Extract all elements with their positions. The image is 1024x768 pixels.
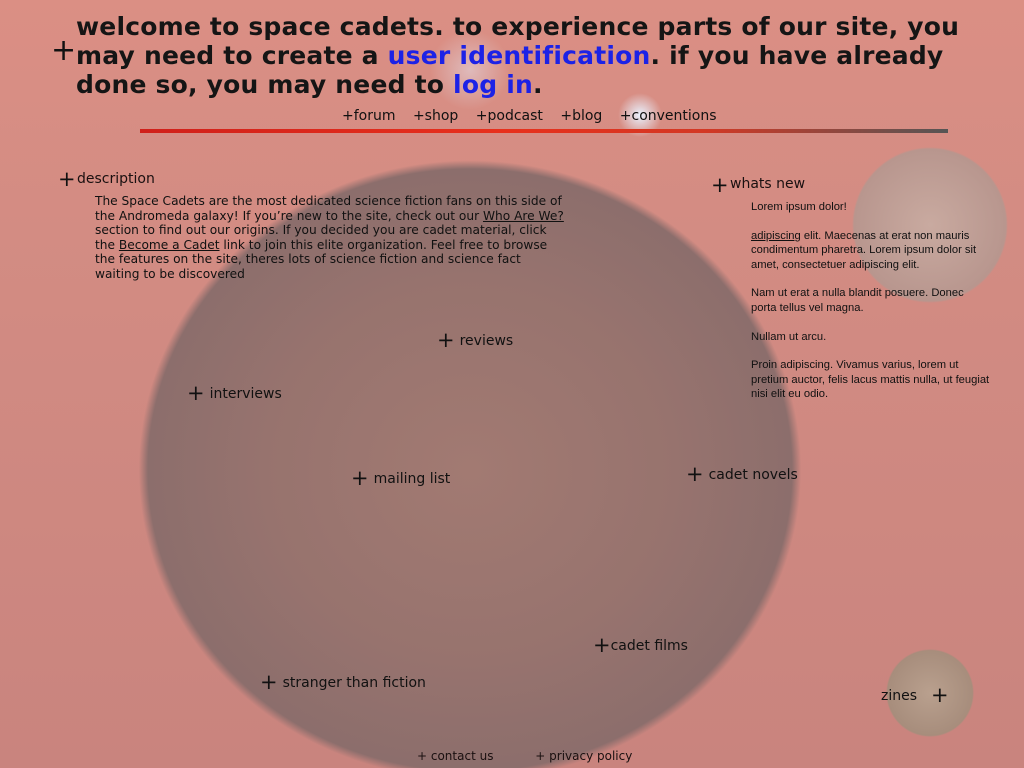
welcome-text-3: . bbox=[532, 70, 543, 99]
plus-icon: + bbox=[931, 683, 949, 707]
welcome-message: welcome to space cadets. to experience p… bbox=[76, 12, 996, 99]
whats-new-body: Lorem ipsum dolor! adipiscing elit. Maec… bbox=[751, 200, 991, 416]
reviews-link[interactable]: + reviews bbox=[437, 328, 513, 352]
whats-new-plus-icon[interactable]: + bbox=[711, 174, 729, 196]
cadet-films-link[interactable]: +cadet films bbox=[593, 633, 688, 657]
whats-new-item: Nullam ut arcu. bbox=[751, 330, 827, 343]
interviews-link[interactable]: + interviews bbox=[187, 381, 282, 405]
description-plus-icon[interactable]: + bbox=[58, 168, 76, 190]
description-heading[interactable]: description bbox=[77, 171, 155, 187]
plus-icon: + bbox=[437, 328, 455, 352]
adipiscing-link[interactable]: adipiscing bbox=[751, 230, 801, 242]
mailing-list-label: mailing list bbox=[373, 471, 451, 487]
plus-icon: + bbox=[351, 466, 369, 490]
nav-blog-link[interactable]: +blog bbox=[560, 108, 602, 124]
nav-shop-link[interactable]: +shop bbox=[413, 108, 458, 124]
become-a-cadet-link[interactable]: Become a Cadet bbox=[119, 238, 220, 252]
footer: + contact us + privacy policy bbox=[417, 749, 670, 763]
whats-new-item: Nam ut erat a nulla blandit posuere. Don… bbox=[751, 287, 964, 314]
cadet-films-label: cadet films bbox=[610, 638, 688, 654]
plus-icon: + bbox=[593, 633, 611, 657]
contact-us-link[interactable]: + contact us bbox=[417, 749, 493, 763]
nav-podcast-link[interactable]: +podcast bbox=[476, 108, 543, 124]
privacy-policy-link[interactable]: + privacy policy bbox=[535, 749, 632, 763]
reviews-label: reviews bbox=[459, 333, 514, 349]
zines-link[interactable]: zines + bbox=[881, 683, 949, 707]
top-nav: +forum +shop +podcast +blog +conventions bbox=[342, 108, 730, 124]
who-are-we-link[interactable]: Who Are We? bbox=[483, 209, 564, 223]
stranger-than-fiction-link[interactable]: + stranger than fiction bbox=[260, 670, 426, 694]
nav-conventions-link[interactable]: +conventions bbox=[620, 108, 717, 124]
plus-icon: + bbox=[260, 670, 278, 694]
nav-divider bbox=[140, 129, 948, 133]
zines-label: zines bbox=[881, 688, 918, 704]
whats-new-item: Proin adipiscing. Vivamus varius, lorem … bbox=[751, 359, 990, 401]
plus-icon: + bbox=[686, 462, 704, 486]
whats-new-heading[interactable]: whats new bbox=[730, 176, 805, 192]
cadet-novels-label: cadet novels bbox=[708, 467, 798, 483]
user-identification-link[interactable]: user identification bbox=[388, 41, 651, 70]
plus-icon: + bbox=[187, 381, 205, 405]
stranger-than-fiction-label: stranger than fiction bbox=[282, 675, 426, 691]
whats-new-item: adipiscing elit. Maecenas at erat non ma… bbox=[751, 229, 991, 272]
description-text: The Space Cadets are the most dedicated … bbox=[95, 194, 565, 281]
whats-new-item: Lorem ipsum dolor! bbox=[751, 201, 847, 213]
log-in-link[interactable]: log in bbox=[453, 70, 533, 99]
header-plus-icon: + bbox=[51, 33, 77, 68]
mailing-list-link[interactable]: + mailing list bbox=[351, 466, 450, 490]
nav-forum-link[interactable]: +forum bbox=[342, 108, 396, 124]
cadet-novels-link[interactable]: + cadet novels bbox=[686, 462, 798, 486]
interviews-label: interviews bbox=[209, 386, 282, 402]
